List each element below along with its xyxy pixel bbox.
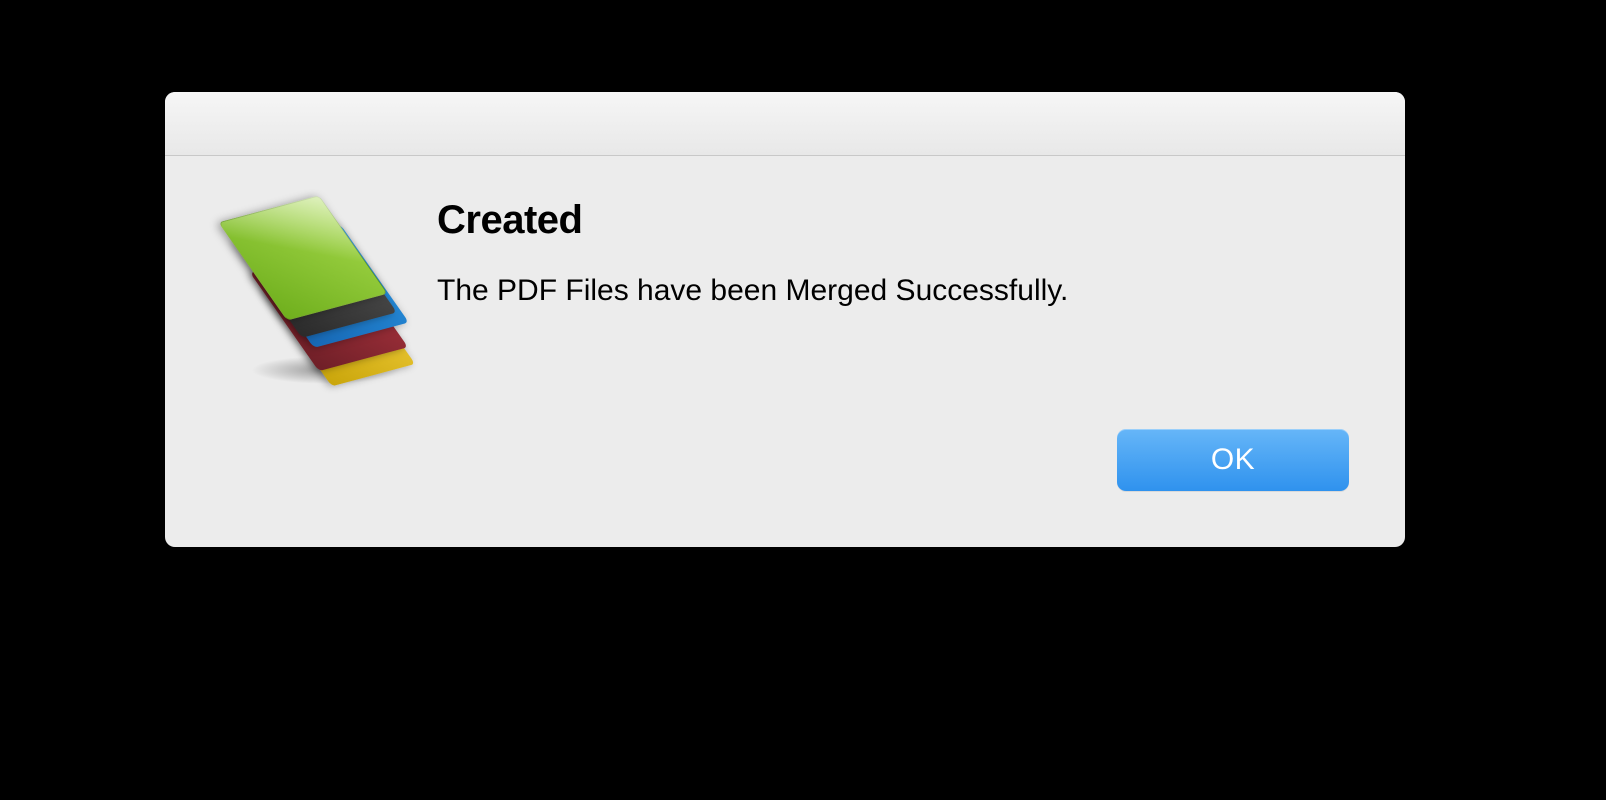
stacked-books-icon	[221, 196, 421, 386]
dialog-body: Created The PDF Files have been Merged S…	[165, 156, 1405, 547]
dialog-titlebar	[165, 92, 1405, 156]
dialog-title: Created	[437, 198, 1349, 243]
dialog-message: The PDF Files have been Merged Successfu…	[437, 271, 1349, 312]
ok-button[interactable]: OK	[1117, 429, 1349, 491]
alert-dialog: Created The PDF Files have been Merged S…	[165, 92, 1405, 547]
dialog-text: Created The PDF Files have been Merged S…	[437, 200, 1349, 312]
button-row: OK	[1117, 429, 1349, 491]
